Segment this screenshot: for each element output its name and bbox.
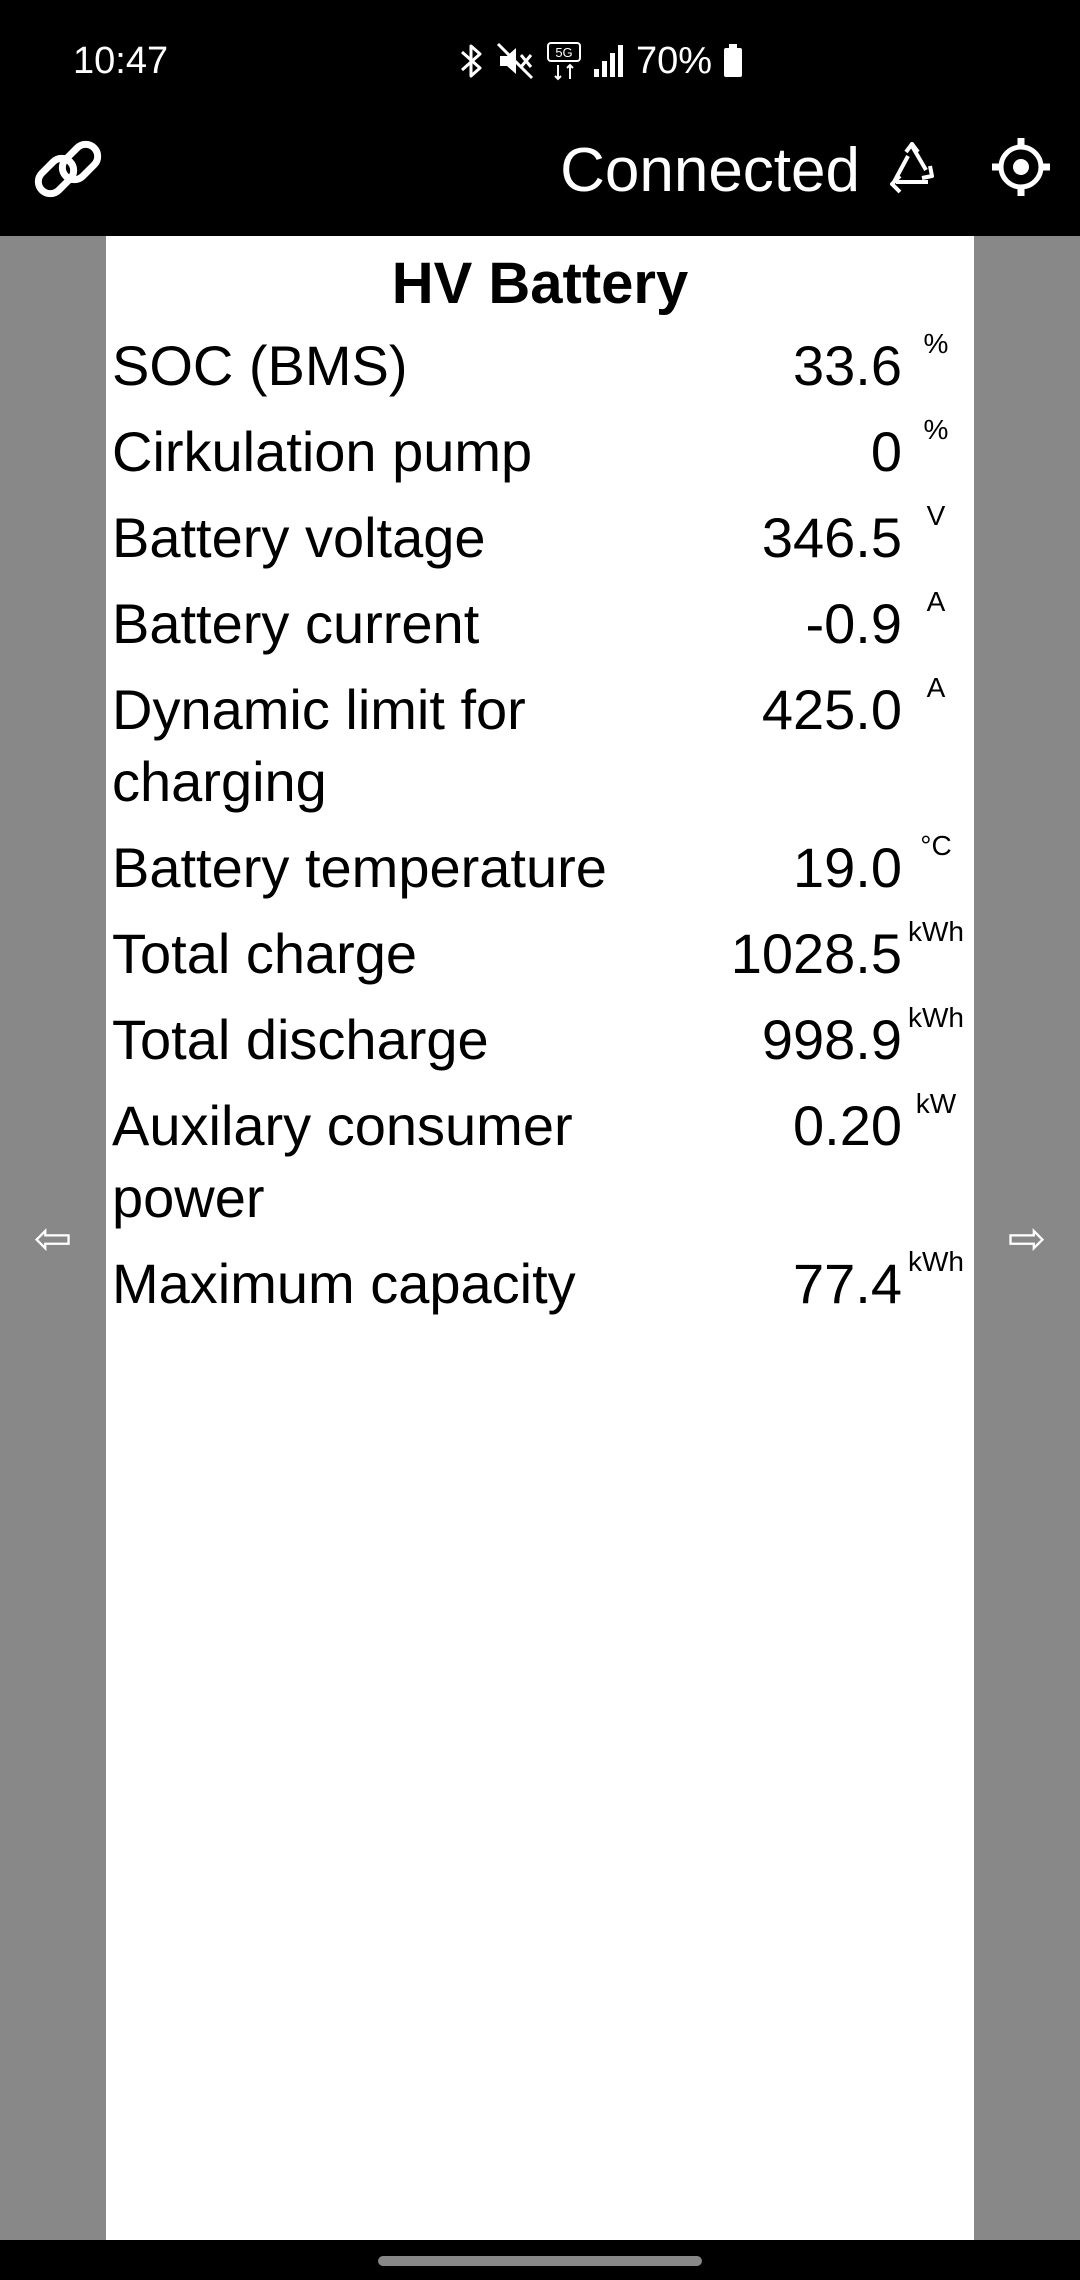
status-time: 10:47 bbox=[73, 40, 169, 82]
row-value-group: 425.0 A bbox=[672, 672, 974, 746]
svg-text:5G: 5G bbox=[555, 45, 572, 60]
row-value: -0.9 bbox=[805, 592, 903, 655]
row-label: Maximum capacity bbox=[112, 1252, 576, 1315]
row-value: 0 bbox=[870, 420, 902, 483]
row-unit: % bbox=[923, 414, 949, 445]
gesture-navigation-bar bbox=[0, 2240, 1080, 2280]
data-row: Cirkulation pump 0 % bbox=[106, 414, 974, 488]
row-value-group: 19.0 °C bbox=[672, 830, 974, 904]
row-unit: kWh bbox=[908, 1246, 964, 1277]
row-value-group: 346.5 V bbox=[672, 500, 974, 574]
data-row: Battery current -0.9 A bbox=[106, 586, 974, 660]
row-unit: kWh bbox=[908, 1002, 964, 1033]
row-label: Cirkulation pump bbox=[112, 420, 533, 483]
settings-button[interactable] bbox=[990, 136, 1052, 198]
row-unit: kW bbox=[915, 1088, 957, 1119]
row-value: 346.5 bbox=[761, 506, 902, 569]
row-unit: % bbox=[923, 328, 949, 359]
row-value-group: 0 % bbox=[672, 414, 974, 488]
content-area: ⇦ HV Battery SOC (BMS) 33.6 % Cirkulatio… bbox=[0, 236, 1080, 2240]
row-value: 998.9 bbox=[761, 1008, 902, 1071]
row-unit: A bbox=[926, 586, 946, 617]
connect-link-button[interactable] bbox=[28, 130, 108, 210]
row-value: 0.20 bbox=[793, 1094, 902, 1157]
battery-icon bbox=[724, 44, 743, 77]
row-value-group: 0.20 kW bbox=[672, 1088, 974, 1162]
row-unit: A bbox=[926, 672, 946, 703]
hv-battery-panel: HV Battery SOC (BMS) 33.6 % Cirkulation … bbox=[106, 236, 974, 2240]
row-label: Total charge bbox=[112, 922, 418, 985]
row-label: Auxilary consumer power bbox=[112, 1094, 573, 1229]
5g-icon: 5G bbox=[547, 42, 581, 81]
row-value: 77.4 bbox=[793, 1252, 902, 1315]
connection-status: Connected bbox=[560, 136, 860, 205]
data-row: Total charge 1028.5 kWh bbox=[106, 916, 974, 990]
row-value-group: 998.9 kWh bbox=[672, 1002, 974, 1076]
bluetooth-icon bbox=[461, 44, 482, 78]
page-title: HV Battery bbox=[391, 251, 689, 316]
row-label: Dynamic limit for charging bbox=[112, 678, 526, 813]
row-value-group: 1028.5 kWh bbox=[672, 916, 974, 990]
row-label: Battery temperature bbox=[112, 836, 607, 899]
data-row: Battery voltage 346.5 V bbox=[106, 500, 974, 574]
row-value-group: 77.4 kWh bbox=[672, 1246, 974, 1320]
battery-percentage: 70% bbox=[636, 40, 713, 82]
row-value-group: -0.9 A bbox=[672, 586, 974, 660]
mute-icon bbox=[496, 42, 534, 80]
row-value: 425.0 bbox=[761, 678, 902, 741]
row-label: Battery voltage bbox=[112, 506, 486, 569]
row-label: Battery current bbox=[112, 592, 480, 655]
settings-icon bbox=[992, 138, 1050, 196]
row-value: 19.0 bbox=[793, 836, 902, 899]
previous-page-arrow-icon[interactable]: ⇦ bbox=[0, 236, 106, 2240]
row-label: Total discharge bbox=[112, 1008, 489, 1071]
home-indicator[interactable] bbox=[378, 2256, 702, 2266]
status-icons: 5G 70% bbox=[458, 36, 744, 86]
recycle-icon bbox=[890, 142, 934, 194]
data-row: Total discharge 998.9 kWh bbox=[106, 1002, 974, 1076]
link-icon bbox=[34, 140, 102, 198]
app-bar: Connected bbox=[0, 124, 1080, 236]
app-screen: 10:47 5G 70% Connected ⇦ HV Battery SOC … bbox=[0, 0, 1080, 2280]
row-value: 33.6 bbox=[793, 334, 902, 397]
data-row: SOC (BMS) 33.6 % bbox=[106, 328, 974, 402]
row-unit: V bbox=[926, 500, 946, 531]
signal-icon bbox=[594, 45, 623, 77]
data-row: Auxilary consumer power 0.20 kW bbox=[106, 1088, 974, 1234]
data-row: Battery temperature 19.0 °C bbox=[106, 830, 974, 904]
reset-button[interactable] bbox=[884, 142, 940, 202]
data-row: Maximum capacity 77.4 kWh bbox=[106, 1246, 974, 1320]
data-row: Dynamic limit for charging 425.0 A bbox=[106, 672, 974, 818]
row-value: 1028.5 bbox=[730, 922, 902, 985]
row-unit: kWh bbox=[908, 916, 964, 947]
row-unit: °C bbox=[920, 830, 952, 861]
row-label: SOC (BMS) bbox=[112, 334, 408, 397]
row-value-group: 33.6 % bbox=[672, 328, 974, 402]
next-page-arrow-icon[interactable]: ⇨ bbox=[974, 236, 1080, 2240]
status-bar: 10:47 5G 70% bbox=[0, 0, 1080, 124]
